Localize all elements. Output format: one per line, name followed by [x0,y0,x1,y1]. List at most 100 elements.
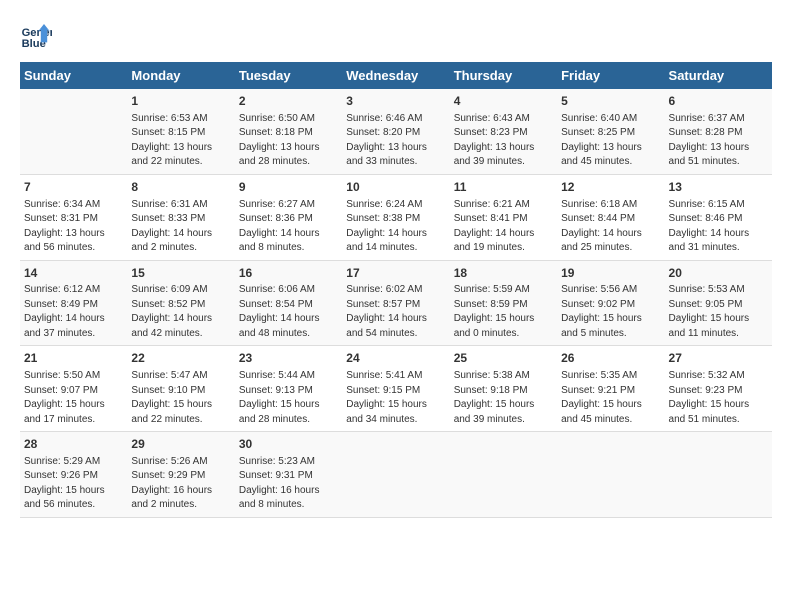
column-header-monday: Monday [127,62,234,89]
cell-4-5: 25Sunrise: 5:38 AM Sunset: 9:18 PM Dayli… [450,346,557,432]
cell-2-3: 9 Sunrise: 6:27 AM Sunset: 8:36 PM Daylig… [235,174,342,260]
week-row-5: 28 Sunrise: 5:29 AM Sunset: 9:26 PM Dayli… [20,432,772,518]
cell-5-4 [342,432,449,518]
cell-4-4: 24Sunrise: 5:41 AM Sunset: 9:15 PM Dayli… [342,346,449,432]
cell-1-7: 6 Sunrise: 6:37 AM Sunset: 8:28 PM Daylig… [665,89,772,174]
column-header-tuesday: Tuesday [235,62,342,89]
day-number: 3 [346,93,445,110]
cell-4-2: 22 Sunrise: 5:47 AM Sunset: 9:10 PM Dayli… [127,346,234,432]
cell-content: Sunrise: 5:41 AM Sunset: 9:15 PM Dayligh… [346,369,445,427]
cell-content: Sunrise: 6:15 AM Sunset: 8:46 PM Dayligh… [669,198,768,256]
cell-3-1: 14Sunrise: 6:12 AM Sunset: 8:49 PM Dayli… [20,260,127,346]
day-number: 2 [239,93,338,110]
cell-5-3: 30 Sunrise: 5:23 AM Sunset: 9:31 PM Dayli… [235,432,342,518]
column-header-friday: Friday [557,62,664,89]
cell-1-1 [20,89,127,174]
cell-content: Sunrise: 5:50 AM Sunset: 9:07 PM Dayligh… [24,369,123,427]
cell-3-7: 20Sunrise: 5:53 AM Sunset: 9:05 PM Dayli… [665,260,772,346]
logo-icon: General Blue [20,20,52,52]
column-header-sunday: Sunday [20,62,127,89]
cell-content: Sunrise: 6:09 AM Sunset: 8:52 PM Dayligh… [131,283,230,341]
cell-content: Sunrise: 5:53 AM Sunset: 9:05 PM Dayligh… [669,283,768,341]
cell-content: Sunrise: 6:40 AM Sunset: 8:25 PM Dayligh… [561,112,660,170]
cell-content: Sunrise: 6:24 AM Sunset: 8:38 PM Dayligh… [346,198,445,256]
cell-content: Sunrise: 5:38 AM Sunset: 9:18 PM Dayligh… [454,369,553,427]
day-number: 18 [454,265,553,282]
cell-1-5: 4Sunrise: 6:43 AM Sunset: 8:23 PM Daylig… [450,89,557,174]
cell-4-3: 23 Sunrise: 5:44 AM Sunset: 9:13 PM Dayli… [235,346,342,432]
cell-2-2: 8 Sunrise: 6:31 AM Sunset: 8:33 PM Daylig… [127,174,234,260]
cell-content: Sunrise: 6:50 AM Sunset: 8:18 PM Dayligh… [239,112,338,170]
header-row: SundayMondayTuesdayWednesdayThursdayFrid… [20,62,772,89]
cell-content: Sunrise: 5:35 AM Sunset: 9:21 PM Dayligh… [561,369,660,427]
cell-content: Sunrise: 5:32 AM Sunset: 9:23 PM Dayligh… [669,369,768,427]
cell-3-3: 16Sunrise: 6:06 AM Sunset: 8:54 PM Dayli… [235,260,342,346]
cell-4-6: 26Sunrise: 5:35 AM Sunset: 9:21 PM Dayli… [557,346,664,432]
day-number: 13 [669,179,768,196]
cell-5-2: 29Sunrise: 5:26 AM Sunset: 9:29 PM Dayli… [127,432,234,518]
day-number: 8 [131,179,230,196]
cell-content: Sunrise: 5:23 AM Sunset: 9:31 PM Dayligh… [239,455,338,513]
day-number: 22 [131,350,230,367]
cell-5-6 [557,432,664,518]
cell-content: Sunrise: 6:21 AM Sunset: 8:41 PM Dayligh… [454,198,553,256]
day-number: 10 [346,179,445,196]
day-number: 28 [24,436,123,453]
day-number: 16 [239,265,338,282]
cell-1-6: 5 Sunrise: 6:40 AM Sunset: 8:25 PM Daylig… [557,89,664,174]
week-row-2: 7Sunrise: 6:34 AM Sunset: 8:31 PM Daylig… [20,174,772,260]
cell-content: Sunrise: 6:46 AM Sunset: 8:20 PM Dayligh… [346,112,445,170]
header: General Blue [20,20,772,52]
cell-2-4: 10 Sunrise: 6:24 AM Sunset: 8:38 PM Dayli… [342,174,449,260]
cell-content: Sunrise: 6:53 AM Sunset: 8:15 PM Dayligh… [131,112,230,170]
cell-3-2: 15Sunrise: 6:09 AM Sunset: 8:52 PM Dayli… [127,260,234,346]
day-number: 15 [131,265,230,282]
day-number: 19 [561,265,660,282]
cell-1-2: 1Sunrise: 6:53 AM Sunset: 8:15 PM Daylig… [127,89,234,174]
cell-content: Sunrise: 6:02 AM Sunset: 8:57 PM Dayligh… [346,283,445,341]
cell-content: Sunrise: 6:18 AM Sunset: 8:44 PM Dayligh… [561,198,660,256]
day-number: 30 [239,436,338,453]
cell-content: Sunrise: 5:59 AM Sunset: 8:59 PM Dayligh… [454,283,553,341]
day-number: 23 [239,350,338,367]
cell-2-7: 13 Sunrise: 6:15 AM Sunset: 8:46 PM Dayli… [665,174,772,260]
day-number: 29 [131,436,230,453]
week-row-1: 1Sunrise: 6:53 AM Sunset: 8:15 PM Daylig… [20,89,772,174]
cell-content: Sunrise: 6:12 AM Sunset: 8:49 PM Dayligh… [24,283,123,341]
day-number: 7 [24,179,123,196]
cell-content: Sunrise: 5:44 AM Sunset: 9:13 PM Dayligh… [239,369,338,427]
cell-2-5: 11Sunrise: 6:21 AM Sunset: 8:41 PM Dayli… [450,174,557,260]
day-number: 27 [669,350,768,367]
cell-1-4: 3 Sunrise: 6:46 AM Sunset: 8:20 PM Daylig… [342,89,449,174]
cell-content: Sunrise: 5:47 AM Sunset: 9:10 PM Dayligh… [131,369,230,427]
cell-content: Sunrise: 6:37 AM Sunset: 8:28 PM Dayligh… [669,112,768,170]
logo: General Blue [20,20,56,52]
day-number: 6 [669,93,768,110]
column-header-thursday: Thursday [450,62,557,89]
cell-5-5 [450,432,557,518]
cell-4-1: 21 Sunrise: 5:50 AM Sunset: 9:07 PM Dayli… [20,346,127,432]
cell-content: Sunrise: 6:06 AM Sunset: 8:54 PM Dayligh… [239,283,338,341]
day-number: 21 [24,350,123,367]
day-number: 4 [454,93,553,110]
week-row-3: 14Sunrise: 6:12 AM Sunset: 8:49 PM Dayli… [20,260,772,346]
column-header-saturday: Saturday [665,62,772,89]
cell-content: Sunrise: 6:31 AM Sunset: 8:33 PM Dayligh… [131,198,230,256]
week-row-4: 21 Sunrise: 5:50 AM Sunset: 9:07 PM Dayli… [20,346,772,432]
cell-content: Sunrise: 5:56 AM Sunset: 9:02 PM Dayligh… [561,283,660,341]
day-number: 20 [669,265,768,282]
column-header-wednesday: Wednesday [342,62,449,89]
cell-3-5: 18Sunrise: 5:59 AM Sunset: 8:59 PM Dayli… [450,260,557,346]
cell-3-6: 19Sunrise: 5:56 AM Sunset: 9:02 PM Dayli… [557,260,664,346]
day-number: 9 [239,179,338,196]
day-number: 12 [561,179,660,196]
day-number: 14 [24,265,123,282]
cell-content: Sunrise: 5:29 AM Sunset: 9:26 PM Dayligh… [24,455,123,513]
cell-content: Sunrise: 6:27 AM Sunset: 8:36 PM Dayligh… [239,198,338,256]
cell-2-1: 7Sunrise: 6:34 AM Sunset: 8:31 PM Daylig… [20,174,127,260]
day-number: 17 [346,265,445,282]
cell-3-4: 17Sunrise: 6:02 AM Sunset: 8:57 PM Dayli… [342,260,449,346]
cell-4-7: 27 Sunrise: 5:32 AM Sunset: 9:23 PM Dayli… [665,346,772,432]
cell-1-3: 2 Sunrise: 6:50 AM Sunset: 8:18 PM Daylig… [235,89,342,174]
day-number: 5 [561,93,660,110]
